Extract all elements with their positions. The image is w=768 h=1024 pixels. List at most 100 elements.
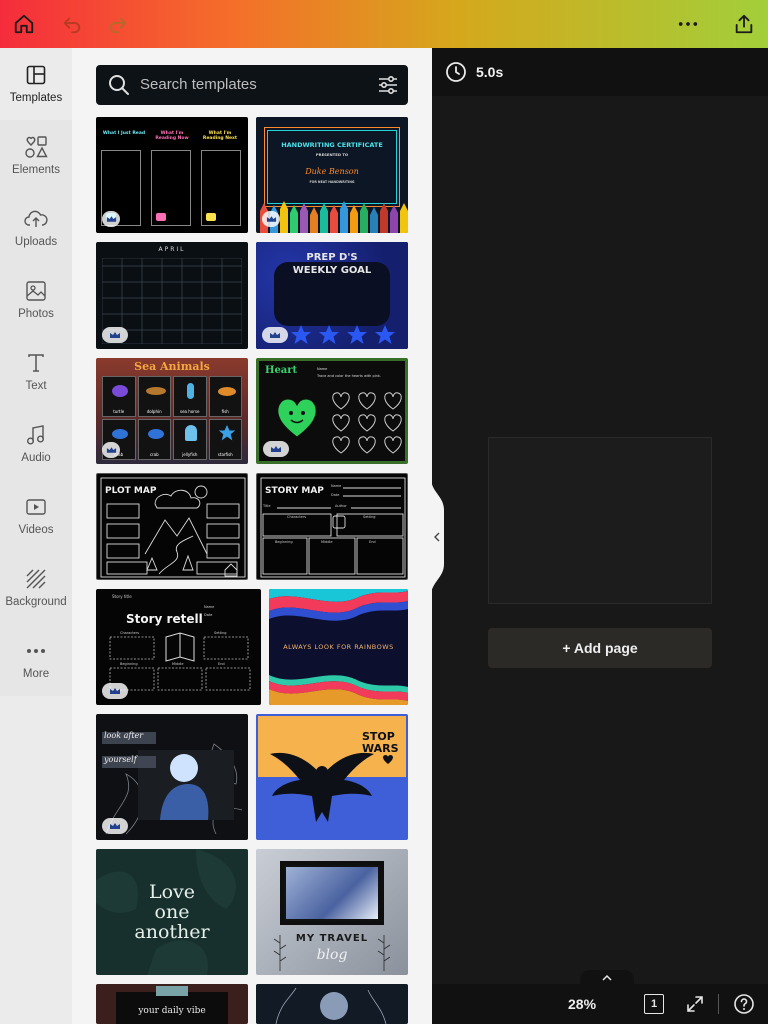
template-weekly-goal[interactable]: PREP D'S WEEKLY GOAL — [256, 242, 408, 349]
template-reading-tracker[interactable]: What I Just Read What I'm Reading Now Wh… — [96, 117, 248, 233]
fullscreen-button[interactable] — [683, 992, 707, 1016]
premium-badge — [102, 327, 128, 343]
templates-icon — [26, 65, 46, 85]
template-text: WEEKLY GOAL — [292, 265, 372, 276]
collapse-panel-handle[interactable] — [431, 478, 445, 596]
template-text: sea horse — [180, 409, 200, 414]
template-text: Duke Benson — [305, 167, 359, 176]
home-icon — [14, 14, 34, 34]
photos-icon — [26, 281, 46, 301]
home-button[interactable] — [6, 6, 42, 42]
redo-button[interactable] — [100, 6, 136, 42]
rail-item-text[interactable]: Text — [0, 336, 72, 408]
premium-badge — [263, 441, 289, 457]
template-text: jellyfish — [182, 452, 198, 457]
template-text: HANDWRITING CERTIFICATE — [281, 141, 383, 149]
template-text: Sea Animals — [134, 360, 210, 373]
crown-icon — [271, 446, 281, 452]
template-text: What I'm Reading Now — [155, 131, 189, 141]
add-page-button[interactable]: + Add page — [488, 628, 712, 668]
more-icon — [27, 649, 45, 653]
template-text: look after — [104, 731, 144, 740]
template-text: Heart — [265, 365, 298, 376]
template-my-travel-blog[interactable]: MY TRAVEL blog — [256, 849, 408, 975]
template-text: starfish — [217, 452, 233, 457]
crown-icon — [110, 332, 120, 338]
template-sea-animals[interactable]: Sea Animals turtle dolphin sea horse fis… — [96, 358, 248, 464]
audio-icon — [27, 425, 44, 445]
template-always-look-for-rainbows[interactable]: ALWAYS LOOK FOR RAINBOWS — [269, 589, 408, 705]
template-text: What I Just Read — [102, 131, 146, 136]
template-look-after-yourself[interactable]: look after yourself — [96, 714, 248, 840]
undo-button[interactable] — [54, 6, 90, 42]
rail-item-templates[interactable]: Templates — [0, 48, 72, 120]
page-count-button[interactable]: 1 — [644, 994, 664, 1014]
template-text: Name — [317, 367, 328, 371]
chevron-up-icon — [602, 974, 612, 981]
crown-icon — [266, 216, 276, 222]
template-love-one-another[interactable]: Love one another — [96, 849, 248, 975]
template-heart-tracing[interactable]: Heart Name Trace and color the hearts wi… — [256, 358, 408, 464]
premium-badge — [102, 211, 120, 227]
template-handwriting-certificate[interactable]: HANDWRITING CERTIFICATE PRESENTED TO Duk… — [256, 117, 408, 233]
template-story-retell[interactable]: Story title Story retell Name Date Chara… — [96, 589, 261, 705]
design-page[interactable] — [488, 437, 712, 604]
template-text: turtle — [113, 409, 125, 414]
elements-icon — [25, 136, 48, 158]
premium-badge — [262, 327, 288, 343]
page-duration[interactable]: 5.0s — [476, 64, 503, 80]
template-april-calendar[interactable]: APRIL — [96, 242, 248, 349]
rail-item-videos[interactable]: Videos — [0, 480, 72, 552]
rail-item-audio[interactable]: Audio — [0, 408, 72, 480]
zoom-level[interactable]: 28% — [568, 996, 596, 1012]
search-input[interactable]: Search templates — [140, 76, 257, 93]
template-text: PREP D'S — [306, 252, 358, 263]
rail-item-uploads[interactable]: Uploads — [0, 192, 72, 264]
rail-label: Elements — [12, 164, 60, 176]
divider — [718, 994, 719, 1014]
rail-item-background[interactable]: Background — [0, 552, 72, 624]
editor-root: { "rail": { "items": [ {"label": "Templa… — [0, 0, 768, 1024]
story-map-illustration — [260, 477, 406, 578]
more-options-button[interactable] — [670, 6, 706, 42]
filter-icon[interactable] — [376, 73, 400, 97]
template-dark-floral[interactable] — [256, 984, 408, 1024]
share-button[interactable] — [726, 6, 762, 42]
expand-icon — [687, 996, 703, 1012]
rail-label: Background — [5, 596, 67, 608]
rail-item-elements[interactable]: Elements — [0, 120, 72, 192]
crown-icon — [110, 823, 120, 829]
template-text: Trace and color the hearts with pink. — [317, 374, 382, 378]
help-button[interactable] — [732, 992, 756, 1016]
heart-character — [277, 398, 317, 438]
template-story-map[interactable]: STORY MAP Name Date Title Author Charact… — [256, 473, 408, 580]
rail-item-more[interactable]: More — [0, 624, 72, 696]
premium-badge — [262, 211, 280, 227]
rail-item-photos[interactable]: Photos — [0, 264, 72, 336]
text-icon — [28, 354, 44, 372]
hearts-grid — [332, 392, 402, 454]
template-text: another — [134, 921, 210, 943]
stars-row — [291, 325, 395, 344]
chevron-left-icon — [431, 478, 444, 596]
redo-icon — [109, 17, 127, 34]
search-bar[interactable]: Search templates — [96, 65, 408, 105]
template-text: your daily vibe — [138, 1006, 206, 1016]
plant-illustration — [273, 935, 391, 971]
template-stop-wars[interactable]: STOP WARS — [256, 714, 408, 840]
help-icon — [734, 994, 754, 1014]
crown-icon — [110, 688, 120, 694]
ellipsis-icon — [678, 22, 698, 26]
template-daily-vibe[interactable]: your daily vibe — [96, 984, 248, 1024]
search-icon — [109, 75, 129, 95]
template-plot-map[interactable]: PLOT MAP — [96, 473, 248, 580]
top-bar — [0, 0, 768, 48]
template-text: fish — [221, 409, 229, 414]
rail-label: Uploads — [14, 236, 58, 248]
rail-label: Photos — [18, 308, 54, 320]
clock-icon — [446, 62, 466, 82]
template-text: FOR NEAT HANDWRITING — [309, 180, 355, 184]
page-timing-bar[interactable]: 5.0s — [432, 48, 768, 96]
share-icon — [735, 14, 753, 34]
rail-label: Text — [25, 380, 47, 392]
